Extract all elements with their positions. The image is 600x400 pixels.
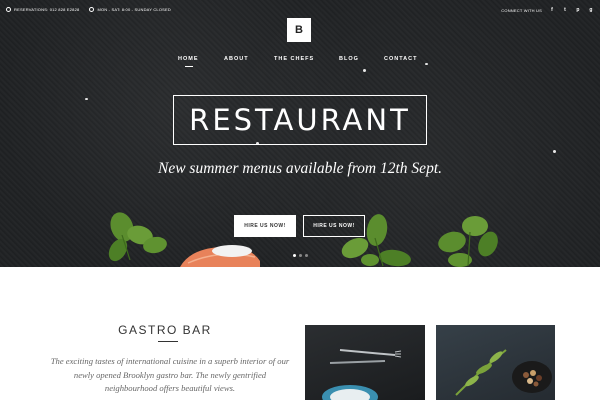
connect-label: CONNECT WITH US: [501, 7, 542, 13]
cutlery-photo[interactable]: [305, 325, 425, 400]
section-title: GASTRO BAR: [118, 323, 212, 337]
hours-info: MON - SAT: 8:00 - SUNDAY CLOSED: [89, 7, 171, 12]
slider-dot[interactable]: [293, 254, 296, 257]
cutlery-plate-image: [322, 349, 402, 400]
gastro-bar-section: GASTRO BAR The exciting tastes of intern…: [0, 267, 600, 400]
slider-dot[interactable]: [305, 254, 308, 257]
nav-blog[interactable]: BLOG: [339, 56, 359, 62]
reservations-info: RESERVATIONS: 012 828 E2828: [6, 7, 79, 12]
hero-title: RESTAURANT: [189, 103, 411, 137]
hire-us-button-primary[interactable]: HIRE US NOW!: [234, 215, 296, 237]
decor-speck: [85, 98, 88, 100]
clock-icon: [89, 7, 95, 12]
main-nav: HOME ABOUT THE CHEFS BLOG CONTACT: [0, 56, 600, 68]
nav-home[interactable]: HOME: [178, 56, 199, 62]
section-body: The exciting tastes of international cui…: [50, 356, 290, 393]
hire-us-button-secondary[interactable]: HIRE US NOW!: [303, 215, 365, 237]
herbs-photo[interactable]: [436, 325, 555, 400]
top-bar: RESERVATIONS: 012 828 E2828 MON - SAT: 8…: [6, 7, 594, 17]
googleplus-icon[interactable]: g: [588, 7, 594, 13]
hours-text: MON - SAT: 8:00 - SUNDAY CLOSED: [97, 7, 171, 12]
phone-icon: [6, 7, 11, 12]
nav-active-underline: [185, 66, 193, 67]
hero-title-box: RESTAURANT: [173, 95, 427, 145]
site-logo[interactable]: B: [287, 18, 311, 42]
decor-speck: [363, 69, 366, 72]
herbs-bowl-image: [455, 349, 552, 396]
basil-far-right-image: [438, 216, 498, 267]
salmon-image: [180, 245, 260, 267]
section-divider: [158, 341, 178, 342]
reservations-text: RESERVATIONS: 012 828 E2828: [14, 7, 80, 12]
nav-about[interactable]: ABOUT: [224, 56, 249, 62]
facebook-icon[interactable]: f: [549, 7, 555, 13]
slider-dot[interactable]: [299, 254, 302, 257]
basil-left-image: [108, 212, 167, 262]
twitter-icon[interactable]: t: [562, 7, 568, 13]
pinterest-icon[interactable]: p: [575, 7, 581, 13]
slider-dots: [293, 254, 308, 257]
decor-speck: [553, 150, 556, 153]
nav-contact[interactable]: CONTACT: [384, 56, 417, 62]
hero-tagline: New summer menus available from 12th Sep…: [158, 160, 442, 177]
hero-section: RESERVATIONS: 012 828 E2828 MON - SAT: 8…: [0, 0, 600, 267]
nav-the-chefs[interactable]: THE CHEFS: [274, 56, 314, 62]
